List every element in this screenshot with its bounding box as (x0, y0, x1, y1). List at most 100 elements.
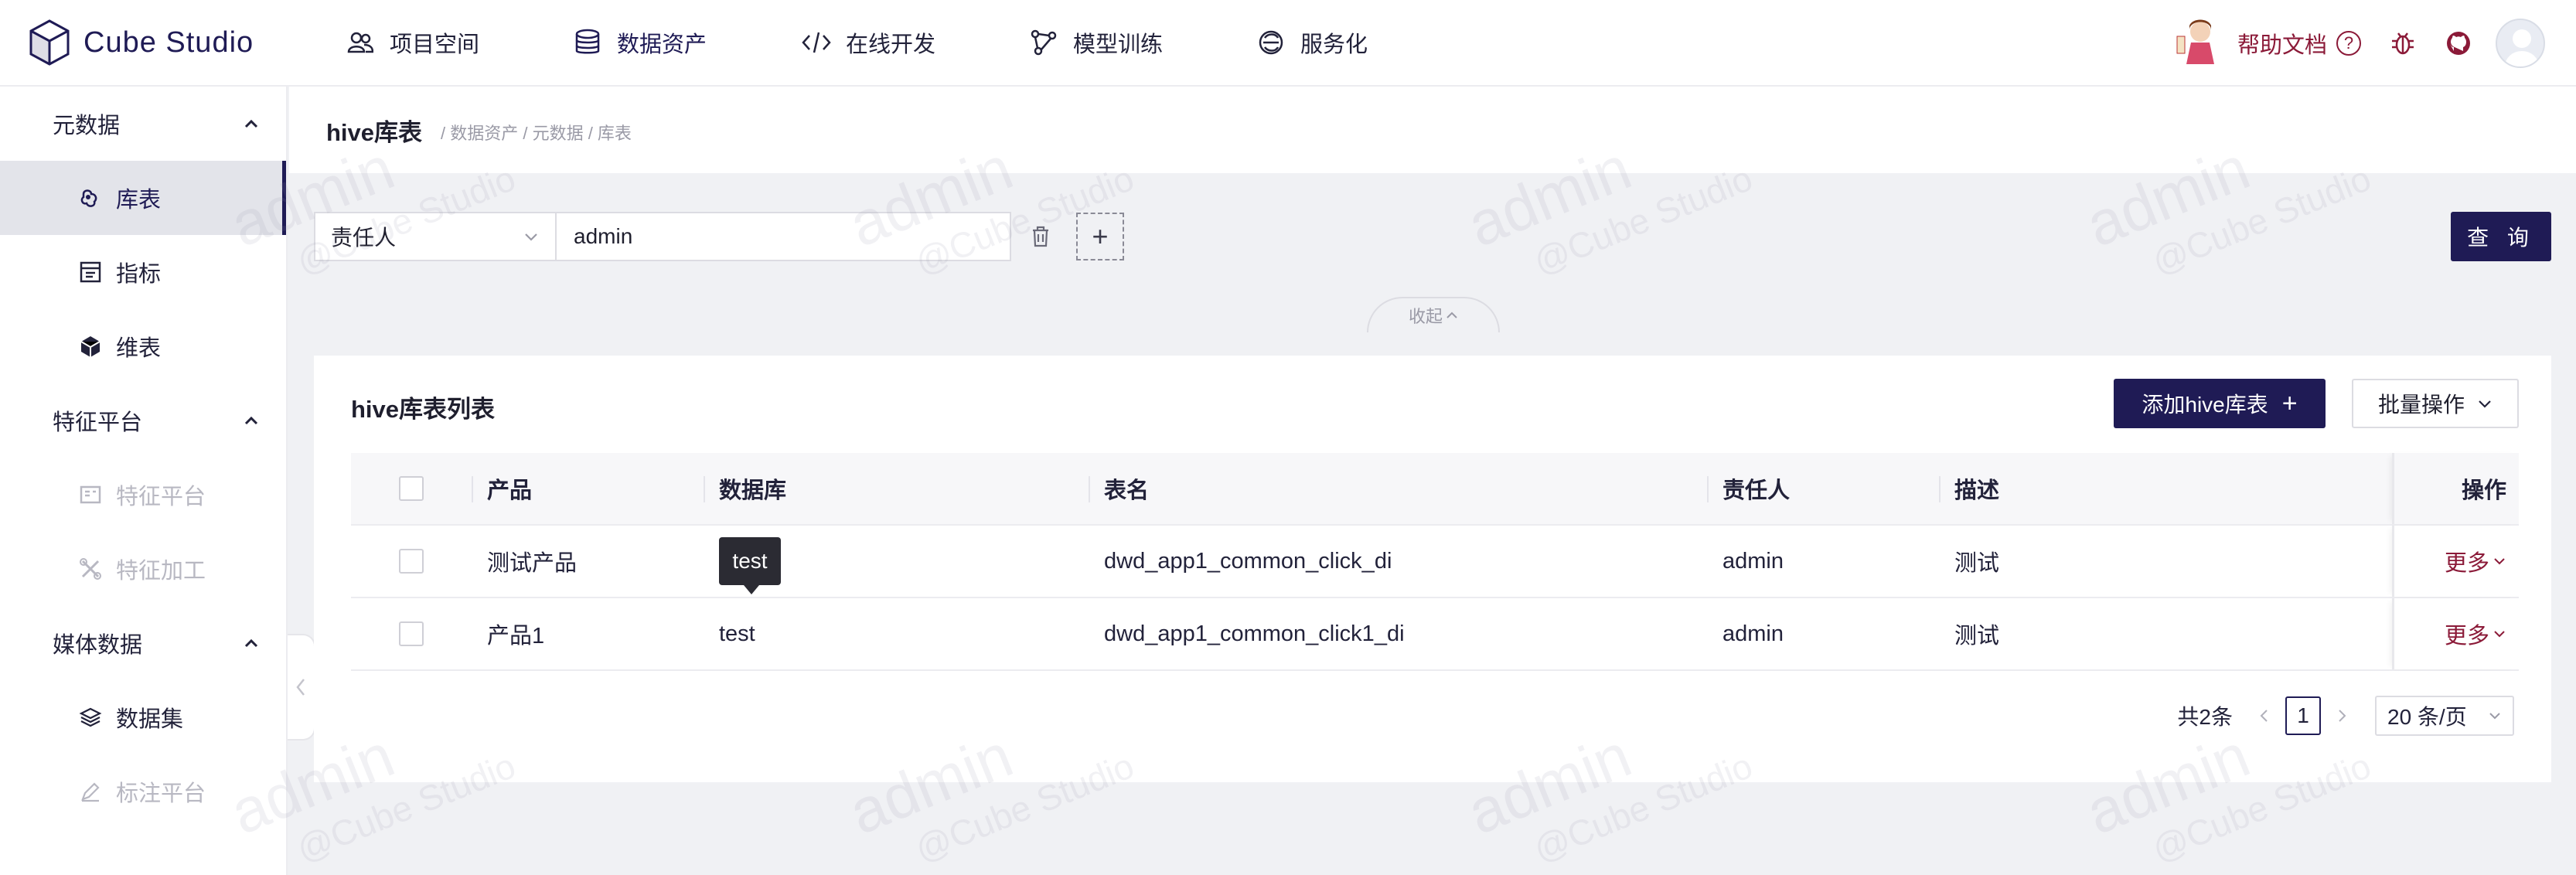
sidebar-item-feature-processing[interactable]: 特征加工 (0, 532, 286, 606)
nav-item-project-space[interactable]: 项目空间 (345, 26, 572, 59)
column-header-product[interactable]: 产品 (472, 453, 704, 524)
cell-owner: admin (1722, 548, 1784, 574)
column-header-description[interactable]: 描述 (1939, 453, 2392, 524)
column-header-database[interactable]: 数据库 (704, 453, 1089, 524)
add-filter-button[interactable]: + (1076, 213, 1124, 260)
trash-icon (1033, 226, 1048, 247)
filter-value-text: admin (574, 224, 633, 248)
sidebar-item-datasets[interactable]: 数据集 (0, 680, 286, 754)
total-count: 共2条 (2177, 705, 2233, 729)
page-size-select[interactable]: 20 条/页 (2375, 696, 2514, 736)
column-header-table-name[interactable]: 表名 (1089, 453, 1707, 524)
sidebar: 元数据 库表 指标 维表 特征平台 特征平台 特征加工 媒体数据 数据集 标注平… (0, 87, 288, 875)
sidebar-item-label: 特征平台 (116, 485, 206, 509)
cell-description: 测试 (1954, 624, 2000, 649)
nav-label: 数据资产 (617, 32, 707, 57)
cell-owner: admin (1722, 621, 1784, 646)
sidebar-group-media-data[interactable]: 媒体数据 (0, 606, 286, 680)
more-actions-link[interactable]: 更多 (2445, 618, 2506, 650)
chevron-right-icon (2339, 710, 2346, 722)
chevron-left-icon (296, 679, 305, 696)
delete-filter-button[interactable] (1025, 221, 1056, 252)
column-header-actions: 操作 (2392, 453, 2519, 524)
sidebar-item-label: 指标 (116, 262, 162, 287)
add-hive-table-label: 添加hive库表 (2142, 393, 2268, 417)
filter-field-select[interactable]: 责任人 (314, 212, 557, 261)
sidebar-collapse-handle[interactable] (288, 634, 315, 741)
sidebar-item-tables[interactable]: 库表 (0, 161, 286, 235)
nav-item-online-dev[interactable]: 在线开发 (801, 26, 1028, 59)
sidebar-item-feature-platform[interactable]: 特征平台 (0, 458, 286, 532)
prev-page-button[interactable] (2248, 708, 2279, 723)
page-number-current[interactable]: 1 (2285, 696, 2321, 735)
app-name: Cube Studio (83, 26, 254, 59)
top-right-tools: 帮助文档 ? (2176, 0, 2545, 87)
cell-database: test (719, 621, 755, 646)
table-header-row: 产品 数据库 表名 责任人 描述 操作 (351, 453, 2519, 526)
chevron-down-icon (2494, 558, 2505, 565)
cube-logo-icon (29, 19, 70, 66)
sidebar-group-label: 元数据 (53, 114, 121, 138)
help-docs-label: 帮助文档 (2237, 33, 2327, 58)
row-checkbox-cell (351, 526, 472, 597)
batch-operations-label: 批量操作 (2377, 393, 2465, 417)
more-actions-link[interactable]: 更多 (2445, 545, 2506, 577)
cell-product: 测试产品 (487, 551, 578, 576)
pagination: 共2条 1 20 条/页 (2177, 696, 2514, 736)
filter-value-input[interactable]: admin (557, 212, 1011, 261)
cell-actions: 更多 (2392, 598, 2519, 669)
chevron-down-icon (525, 233, 537, 241)
page-size-value: 20 条/页 (2387, 705, 2467, 729)
service-icon (1256, 27, 1286, 58)
row-checkbox[interactable] (399, 621, 424, 646)
sidebar-item-label: 数据集 (116, 707, 184, 732)
feature-icon (77, 482, 104, 508)
plus-icon: + (1092, 220, 1109, 252)
brand-logo[interactable]: Cube Studio (28, 18, 322, 67)
table-row: 测试产品 test dwd_app1_common_click_di admin… (351, 526, 2519, 598)
nav-item-service[interactable]: 服务化 (1256, 26, 1410, 59)
table-card: hive库表列表 添加hive库表 + 批量操作 产品 数据库 表名 责任人 描… (314, 356, 2551, 782)
database-icon (572, 27, 603, 58)
next-page-button[interactable] (2327, 708, 2358, 723)
chevron-down-icon (2494, 631, 2505, 638)
github-icon[interactable] (2445, 29, 2472, 57)
avatar-head-shape (2513, 29, 2531, 48)
bug-icon[interactable] (2389, 29, 2417, 57)
chevron-down-icon (2489, 713, 2500, 720)
column-header-owner[interactable]: 责任人 (1707, 453, 1939, 524)
sidebar-item-metrics[interactable]: 指标 (0, 235, 286, 309)
chevron-up-icon (244, 119, 258, 128)
sidebar-group-label: 媒体数据 (53, 633, 143, 658)
cell-tooltip: test (719, 537, 781, 594)
page-title: hive库表 (326, 118, 423, 146)
tools-icon (77, 556, 104, 582)
cell-table-name: dwd_app1_common_click_di (1104, 548, 1392, 574)
page-header: hive库表 / 数据资产 / 元数据 / 库表 (289, 87, 2576, 173)
layers-icon (77, 704, 104, 730)
sidebar-item-annotation[interactable]: 标注平台 (0, 754, 286, 829)
sidebar-item-dim-tables[interactable]: 维表 (0, 309, 286, 383)
sidebar-group-feature-platform[interactable]: 特征平台 (0, 383, 286, 458)
filter-field-value: 责任人 (331, 226, 397, 250)
add-hive-table-button[interactable]: 添加hive库表 + (2114, 379, 2326, 428)
table-row: 产品1 test dwd_app1_common_click1_di admin… (351, 598, 2519, 671)
select-all-checkbox[interactable] (399, 476, 424, 501)
nav-label: 模型训练 (1073, 32, 1164, 57)
nav-label: 在线开发 (846, 32, 936, 57)
help-docs-link[interactable]: 帮助文档 ? (2237, 27, 2361, 60)
query-button[interactable]: 查 询 (2451, 212, 2551, 261)
sidebar-group-metadata[interactable]: 元数据 (0, 87, 286, 161)
collapse-filter-toggle[interactable]: 收起 (1367, 297, 1500, 332)
cell-actions: 更多 (2392, 526, 2519, 597)
nav-item-model-training[interactable]: 模型训练 (1028, 26, 1256, 59)
top-navigation-bar: Cube Studio 项目空间 数据资产 在线开发 模型训练 服务化 帮助文档… (0, 0, 2576, 87)
batch-operations-button[interactable]: 批量操作 (2352, 379, 2519, 428)
row-checkbox[interactable] (399, 549, 424, 574)
chevron-left-icon (2260, 710, 2268, 722)
user-avatar[interactable] (2496, 19, 2545, 68)
more-actions-label: 更多 (2444, 551, 2489, 576)
edit-icon (77, 778, 104, 805)
team-icon (345, 27, 376, 58)
nav-item-data-assets[interactable]: 数据资产 (572, 26, 801, 59)
